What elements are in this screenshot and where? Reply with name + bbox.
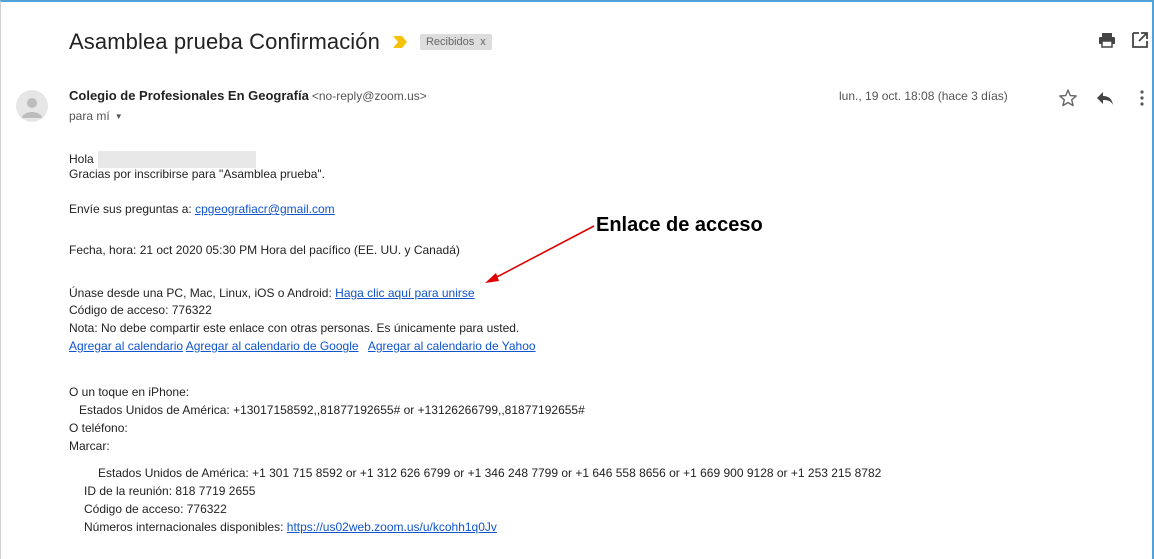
join-line: Únase desde una PC, Mac, Linux, iOS o An…	[69, 285, 475, 301]
note-line: Nota: No debe compartir este enlace con …	[69, 321, 520, 335]
email-subject: Asamblea prueba Confirmación	[69, 29, 380, 54]
questions-line: Envíe sus preguntas a: cpgeografiacr@gma…	[69, 201, 335, 217]
access-code-line: Código de acceso: 776322	[69, 303, 212, 317]
email-date: lun., 19 oct. 18:08 (hace 3 días)	[839, 89, 1008, 103]
sender-line: Colegio de Profesionales En Geografía <no…	[69, 88, 427, 103]
thanks-line: Gracias por inscribirse para "Asamblea p…	[69, 167, 325, 181]
remove-label-button[interactable]: x	[480, 36, 486, 48]
join-prefix: Únase desde una PC, Mac, Linux, iOS o An…	[69, 286, 336, 300]
add-to-google-calendar-link[interactable]: Agregar al calendario de Google	[186, 339, 359, 353]
international-numbers-link[interactable]: https://us02web.zoom.us/u/kcohh1q0Jv	[287, 520, 497, 534]
sender-name[interactable]: Colegio de Profesionales En Geografía	[69, 88, 309, 103]
annotation-label: Enlace de acceso	[596, 214, 763, 236]
datetime-line: Fecha, hora: 21 oct 2020 05:30 PM Hora d…	[69, 243, 460, 257]
star-icon[interactable]	[1058, 88, 1078, 108]
iphone-title: O un toque en iPhone:	[69, 385, 190, 399]
greeting: Hola	[69, 152, 94, 166]
chevron-down-icon[interactable]: ▼	[115, 112, 123, 121]
intl-prefix: Números internacionales disponibles:	[84, 520, 287, 534]
open-in-new-window-icon[interactable]	[1130, 30, 1150, 50]
add-to-yahoo-calendar-link[interactable]: Agregar al calendario de Yahoo	[368, 339, 536, 353]
sender-email: <no-reply@zoom.us>	[311, 89, 427, 103]
label-chip-inbox[interactable]: Recibidos x	[419, 34, 492, 50]
label-chip-text: Recibidos	[425, 36, 475, 48]
questions-prefix: Envíe sus preguntas a:	[69, 202, 196, 216]
access-code-2: Código de acceso: 776322	[84, 502, 227, 516]
phone-title: O teléfono:	[69, 421, 128, 435]
recipient-details-toggle[interactable]: para mí ▼	[69, 109, 123, 123]
sender-avatar[interactable]	[16, 90, 48, 122]
print-icon[interactable]	[1097, 30, 1117, 50]
recipient-label: para mí	[69, 109, 110, 123]
importance-marker-icon[interactable]	[392, 35, 408, 49]
more-vert-icon[interactable]	[1132, 88, 1152, 108]
add-to-calendar-link[interactable]: Agregar al calendario	[69, 339, 183, 353]
international-numbers-line: Números internacionales disponibles: htt…	[84, 519, 497, 535]
questions-email-link[interactable]: cpgeografiacr@gmail.com	[195, 202, 335, 216]
join-meeting-link[interactable]: Haga clic aquí para unirse	[335, 286, 474, 300]
dial-numbers: Estados Unidos de América: +1 301 715 85…	[98, 466, 882, 480]
subject-row: Asamblea prueba Confirmación Recibidos x	[69, 26, 492, 58]
meeting-id: ID de la reunión: 818 7719 2655	[84, 484, 256, 498]
calendar-links-line: Agregar al calendario Agregar al calenda…	[69, 338, 536, 354]
reply-icon[interactable]	[1095, 88, 1115, 108]
dial-title: Marcar:	[69, 439, 110, 453]
iphone-numbers: Estados Unidos de América: +13017158592,…	[79, 403, 585, 417]
